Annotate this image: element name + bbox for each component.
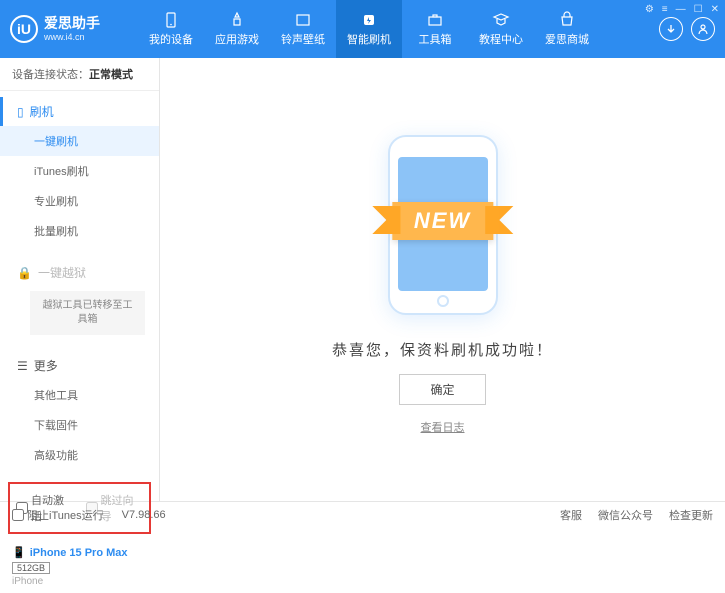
device-icon <box>162 11 180 29</box>
apps-icon <box>228 11 246 29</box>
logo[interactable]: iU 爱思助手 www.i4.cn <box>10 15 138 43</box>
tutorial-icon <box>492 11 510 29</box>
footer-wechat[interactable]: 微信公众号 <box>598 507 653 523</box>
user-button[interactable] <box>691 17 715 41</box>
sidebar-other-tools[interactable]: 其他工具 <box>0 380 159 410</box>
top-nav: 我的设备 应用游戏 铃声壁纸 智能刷机 工具箱 教程中心 爱思商城 <box>138 0 659 58</box>
sidebar-more-header[interactable]: ☰ 更多 <box>0 351 159 380</box>
app-title: 爱思助手 <box>44 15 100 32</box>
ok-button[interactable]: 确定 <box>399 374 485 405</box>
device-type: iPhone <box>12 576 147 587</box>
sidebar-itunes-flash[interactable]: iTunes刷机 <box>0 156 159 186</box>
logo-icon: iU <box>10 15 38 43</box>
toolbox-icon <box>426 11 444 29</box>
menu-icon[interactable]: ≡ <box>662 4 668 15</box>
sidebar-jailbreak-header: 🔒 一键越狱 <box>0 258 159 287</box>
sidebar-batch-flash[interactable]: 批量刷机 <box>0 216 159 246</box>
footer-service[interactable]: 客服 <box>560 507 582 523</box>
minimize-icon[interactable]: — <box>676 4 686 15</box>
wallpaper-icon <box>294 11 312 29</box>
nav-ringtones[interactable]: 铃声壁纸 <box>270 0 336 58</box>
sidebar: 设备连接状态：正常模式 ▯ 刷机 一键刷机 iTunes刷机 专业刷机 批量刷机… <box>0 58 160 501</box>
nav-tutorials[interactable]: 教程中心 <box>468 0 534 58</box>
lock-icon: 🔒 <box>17 266 32 280</box>
app-url: www.i4.cn <box>44 32 100 43</box>
phone-icon: ▯ <box>17 105 24 119</box>
footer-update[interactable]: 检查更新 <box>669 507 713 523</box>
phone-small-icon: 📱 <box>12 546 26 559</box>
sidebar-download-firmware[interactable]: 下载固件 <box>0 410 159 440</box>
store-icon <box>558 11 576 29</box>
main-content: NEW 恭喜您，保资料刷机成功啦！ 确定 查看日志 <box>160 58 725 501</box>
nav-toolbox[interactable]: 工具箱 <box>402 0 468 58</box>
settings-icon[interactable]: ⚙ <box>645 4 654 15</box>
nav-store[interactable]: 爱思商城 <box>534 0 600 58</box>
sidebar-flash-header[interactable]: ▯ 刷机 <box>0 97 159 126</box>
nav-my-device[interactable]: 我的设备 <box>138 0 204 58</box>
list-icon: ☰ <box>17 359 28 373</box>
new-ribbon: NEW <box>392 202 493 240</box>
block-itunes-checkbox[interactable]: 阻止iTunes运行 <box>12 507 104 523</box>
nav-apps[interactable]: 应用游戏 <box>204 0 270 58</box>
storage-badge: 512GB <box>12 562 50 574</box>
maximize-icon[interactable]: ☐ <box>694 4 703 15</box>
version-label: V7.98.66 <box>122 509 166 521</box>
success-illustration: NEW <box>368 125 518 325</box>
success-message: 恭喜您，保资料刷机成功啦！ <box>332 339 553 360</box>
device-info[interactable]: 📱iPhone 15 Pro Max 512GB iPhone <box>0 540 159 593</box>
sidebar-pro-flash[interactable]: 专业刷机 <box>0 186 159 216</box>
flash-icon <box>360 11 378 29</box>
download-button[interactable] <box>659 17 683 41</box>
connection-status: 设备连接状态：正常模式 <box>0 58 159 91</box>
jailbreak-note: 越狱工具已转移至工具箱 <box>30 291 145 335</box>
close-icon[interactable]: ✕ <box>711 4 719 15</box>
view-log-link[interactable]: 查看日志 <box>421 419 465 435</box>
sidebar-advanced[interactable]: 高级功能 <box>0 440 159 470</box>
header: iU 爱思助手 www.i4.cn 我的设备 应用游戏 铃声壁纸 智能刷机 工具… <box>0 0 725 58</box>
sidebar-one-click-flash[interactable]: 一键刷机 <box>0 126 159 156</box>
nav-flash[interactable]: 智能刷机 <box>336 0 402 58</box>
